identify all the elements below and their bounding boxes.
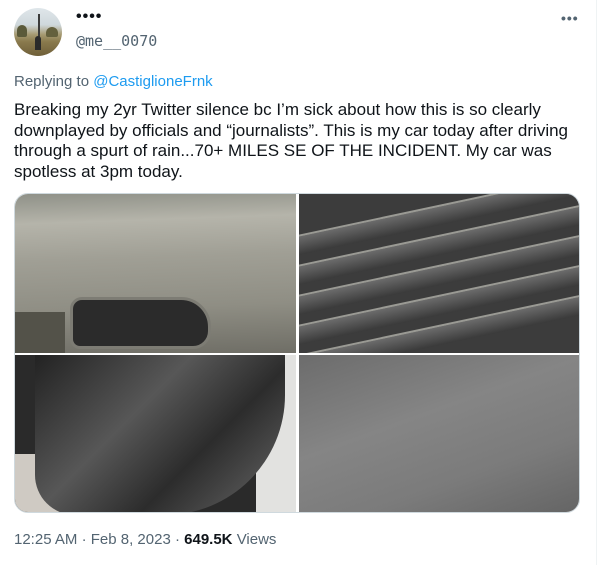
photo-4[interactable]	[299, 355, 579, 512]
avatar-tree	[17, 25, 27, 37]
photo-2[interactable]	[299, 194, 579, 353]
photo-tire	[35, 355, 285, 512]
tweet-meta: 12:25 AM · Feb 8, 2023 · 649.5K Views	[14, 531, 276, 548]
tweet-card: •••• @me__0070 ••• Replying to @Castigli…	[0, 0, 597, 565]
photo-3[interactable]	[15, 355, 296, 512]
more-options-icon[interactable]: •••	[561, 10, 579, 26]
replying-to: Replying to @CastiglioneFrnk	[14, 73, 213, 90]
avatar-pole	[38, 14, 40, 38]
media-grid	[14, 193, 580, 513]
avatar[interactable]	[14, 8, 62, 56]
tweet-text: Breaking my 2yr Twitter silence bc I’m s…	[14, 100, 569, 181]
views-count: 649.5K	[184, 531, 233, 548]
replying-to-link[interactable]: @CastiglioneFrnk	[93, 73, 212, 90]
photo-1[interactable]	[15, 194, 296, 353]
meta-separator: ·	[174, 531, 180, 548]
views-label: Views	[236, 531, 277, 548]
display-name[interactable]: ••••	[76, 8, 102, 26]
bumper-shadow	[15, 312, 65, 353]
user-handle[interactable]: @me__0070	[76, 32, 157, 50]
tweet-time[interactable]: 12:25 AM	[14, 531, 77, 548]
tweet-date[interactable]: Feb 8, 2023	[91, 531, 171, 548]
meta-separator: ·	[81, 531, 87, 548]
avatar-person	[35, 36, 41, 50]
bumper-vent	[70, 297, 211, 349]
replying-prefix: Replying to	[14, 73, 90, 90]
avatar-tree	[46, 27, 58, 37]
